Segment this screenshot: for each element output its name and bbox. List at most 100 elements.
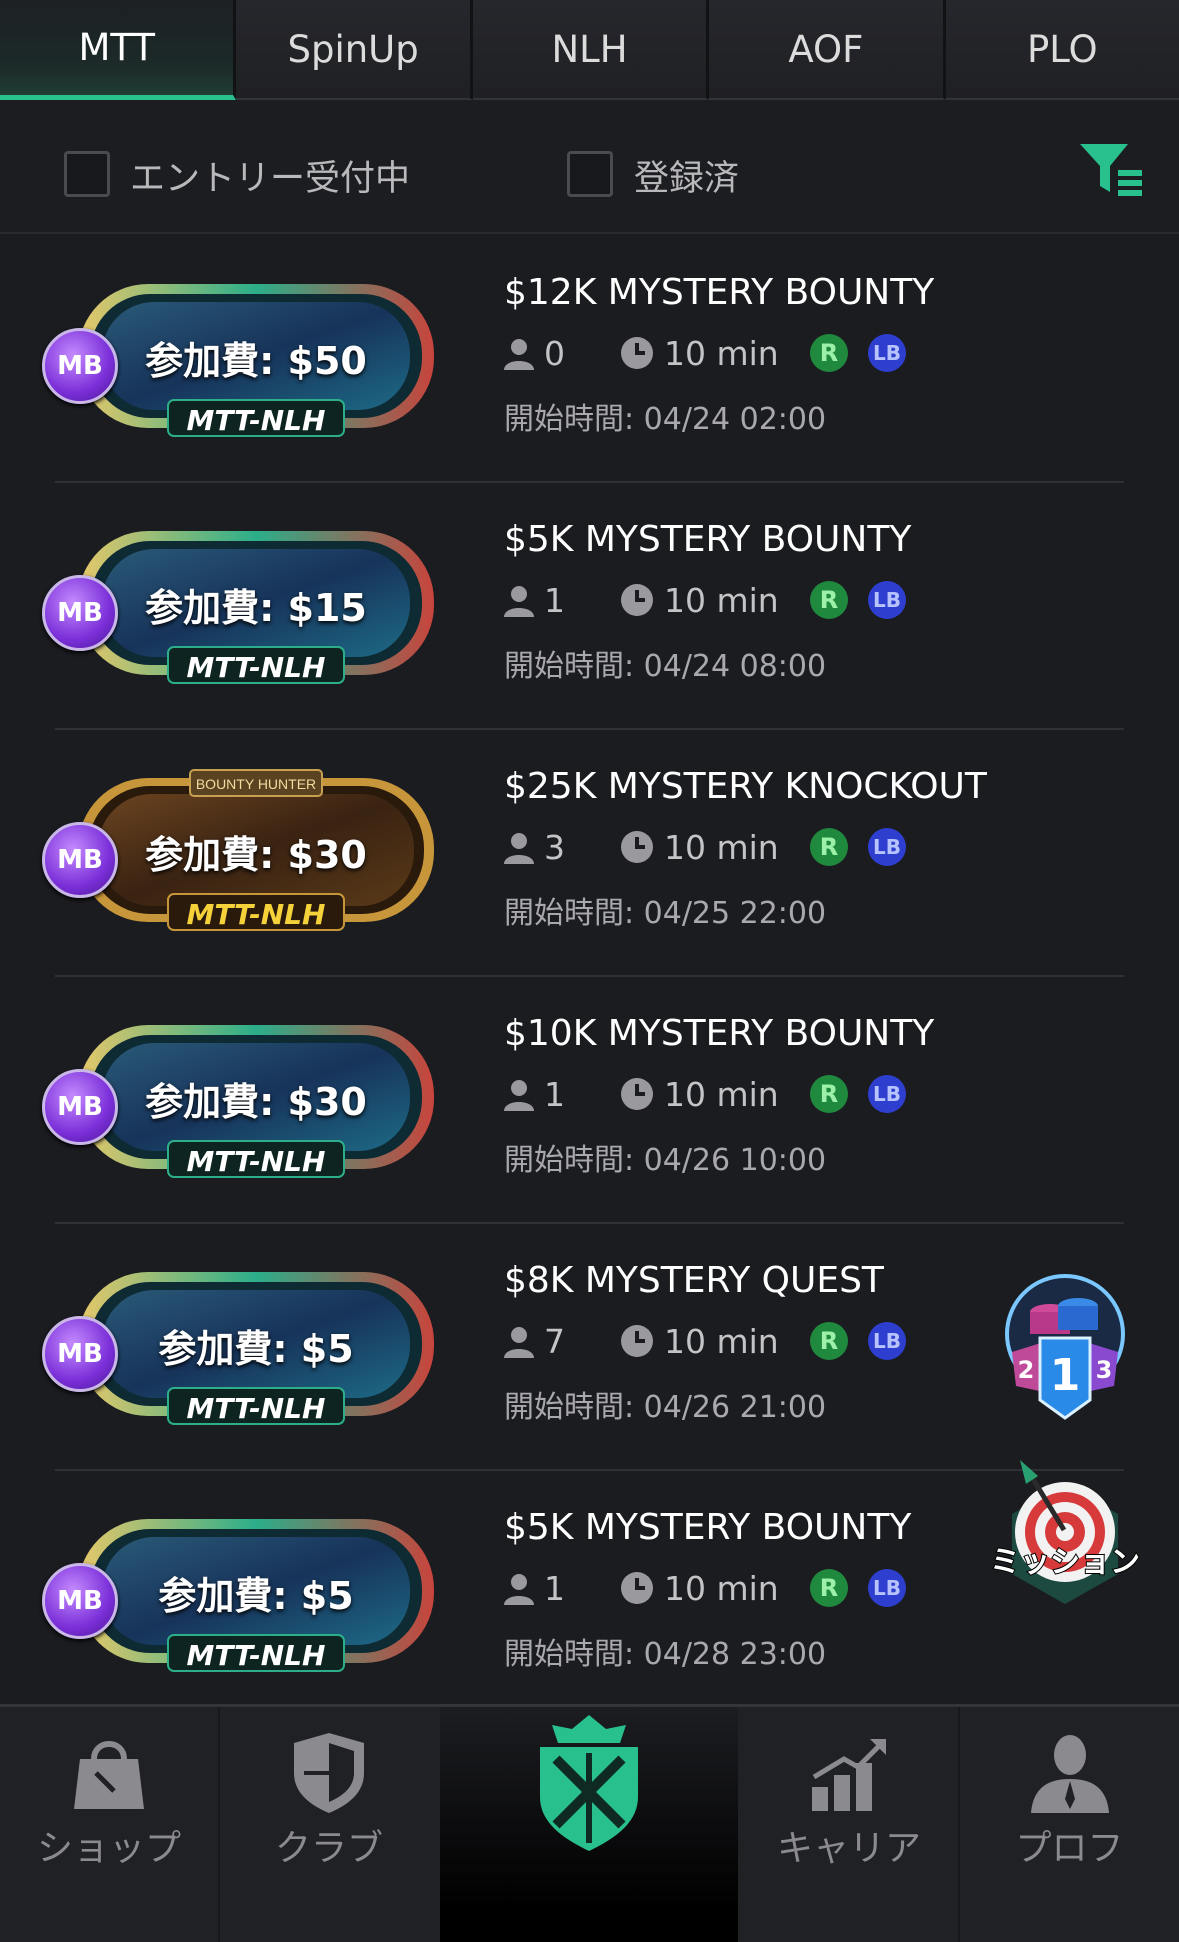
game-type: MTT-NLH: [186, 651, 326, 684]
rebuy-badge: R: [810, 334, 848, 372]
clock-icon: [621, 1325, 653, 1357]
tournament-meta: 7 10 min R LB: [504, 1320, 974, 1364]
start-time: 開始時間: 04/24 08:00: [504, 649, 827, 684]
nav-shop[interactable]: ショップ: [0, 1707, 218, 1942]
tournament-meta: 0 10 min R LB: [504, 332, 974, 376]
tournament-table-badge: 参加費: $50 MTT-NLH: [72, 274, 440, 438]
tournament-table-badge: 参加費: $30 MTT-NLH: [72, 1015, 440, 1179]
entry-fee: 参加費: $5: [158, 1327, 354, 1371]
entry-open-checkbox[interactable]: [64, 151, 110, 197]
entry-fee: 参加費: $5: [158, 1574, 354, 1618]
crown-shield-logo-icon: [540, 1715, 638, 1851]
clock-icon: [621, 831, 653, 863]
tournament-table-badge: BOUNTY HUNTER 参加費: $30 MTT-NLH: [72, 768, 440, 932]
player-count-icon: [504, 1080, 534, 1111]
game-type: MTT-NLH: [186, 404, 326, 437]
mystery-bounty-badge: MB: [42, 328, 118, 404]
tournament-meta: 1 10 min R LB: [504, 1567, 974, 1611]
tournament-meta: 1 10 min R LB: [504, 579, 974, 623]
registered-checkbox[interactable]: [567, 151, 613, 197]
player-count: 3: [544, 828, 565, 867]
tournament-table-badge: 参加費: $5 MTT-NLH: [72, 1262, 440, 1426]
start-time: 開始時間: 04/28 23:00: [504, 1637, 827, 1672]
filter-bar: エントリー受付中 登録済: [0, 104, 1179, 234]
player-count-icon: [504, 1574, 534, 1605]
mission-button[interactable]: ミッション: [990, 1454, 1140, 1606]
player-count: 1: [544, 1075, 565, 1114]
start-time: 開始時間: 04/24 02:00: [504, 402, 827, 437]
career-chart-icon: [812, 1739, 886, 1811]
player-count: 1: [544, 1569, 565, 1608]
tournament-title: $25K MYSTERY KNOCKOUT: [504, 766, 987, 807]
rebuy-badge: R: [810, 1075, 848, 1113]
player-count: 1: [544, 581, 565, 620]
leaderboard-badge: LB: [868, 1322, 906, 1360]
leaderboard-badge: LB: [868, 581, 906, 619]
svg-text:BOUNTY HUNTER: BOUNTY HUNTER: [196, 776, 316, 792]
game-type: MTT-NLH: [186, 1145, 326, 1178]
mystery-bounty-badge: MB: [42, 575, 118, 651]
mystery-bounty-badge: MB: [42, 1069, 118, 1145]
player-count-icon: [504, 833, 534, 864]
nav-profile[interactable]: プロフ: [960, 1707, 1179, 1942]
tab-spinup[interactable]: SpinUp: [236, 0, 473, 100]
tab-plo[interactable]: PLO: [945, 0, 1179, 100]
tournament-row[interactable]: BOUNTY HUNTER 参加費: $30 MTT-NLH MB $25K M…: [0, 730, 1179, 977]
entry-fee: 参加費: $30: [145, 833, 367, 877]
ranking-podium-button[interactable]: 1 2 3: [994, 1272, 1136, 1422]
mystery-bounty-badge: MB: [42, 1316, 118, 1392]
nav-club-label: クラブ: [274, 1828, 383, 1869]
player-count-icon: [504, 339, 534, 370]
mystery-bounty-badge: MB: [42, 822, 118, 898]
shopping-bag-icon: [74, 1741, 144, 1809]
tab-nlh[interactable]: NLH: [472, 0, 710, 100]
start-time: 開始時間: 04/25 22:00: [504, 896, 827, 931]
leaderboard-badge: LB: [868, 334, 906, 372]
mission-label: ミッション: [990, 1545, 1140, 1580]
bottom-navigation: ショップ クラブ キャリア プロフ: [0, 1704, 1179, 1942]
nav-home[interactable]: [440, 1707, 738, 1942]
tournament-title: $10K MYSTERY BOUNTY: [504, 1013, 935, 1054]
tournament-table-badge: 参加費: $15 MTT-NLH: [72, 521, 440, 685]
tournament-row[interactable]: 参加費: $15 MTT-NLH MB $5K MYSTERY BOUNTY 1…: [0, 483, 1179, 730]
rebuy-badge: R: [810, 1569, 848, 1607]
entry-fee: 参加費: $50: [145, 339, 367, 383]
player-count-icon: [504, 1327, 534, 1358]
tab-mtt[interactable]: MTT: [0, 0, 237, 100]
game-type: MTT-NLH: [186, 1392, 326, 1425]
nav-career[interactable]: キャリア: [740, 1707, 958, 1942]
rank-third-number: 3: [1096, 1356, 1113, 1384]
tournament-row[interactable]: 参加費: $30 MTT-NLH MB $10K MYSTERY BOUNTY …: [0, 977, 1179, 1224]
nav-club[interactable]: クラブ: [220, 1707, 438, 1942]
rebuy-badge: R: [810, 828, 848, 866]
tournament-title: $5K MYSTERY BOUNTY: [504, 519, 912, 560]
registered-label[interactable]: 登録済: [634, 150, 739, 201]
filter-list-icon[interactable]: [1078, 140, 1144, 200]
tournament-table-badge: 参加費: $5 MTT-NLH: [72, 1509, 440, 1673]
shield-icon: [294, 1733, 364, 1813]
start-time: 開始時間: 04/26 21:00: [504, 1390, 827, 1425]
tournament-title: $8K MYSTERY QUEST: [504, 1260, 884, 1301]
player-count-icon: [504, 586, 534, 617]
leaderboard-badge: LB: [868, 828, 906, 866]
clock-icon: [621, 584, 653, 616]
tab-aof[interactable]: AOF: [709, 0, 946, 100]
player-count: 7: [544, 1322, 565, 1361]
blind-level-duration: 10 min: [664, 581, 779, 620]
tournament-meta: 3 10 min R LB: [504, 826, 974, 870]
game-type-tabs: MTT SpinUp NLH AOF PLO: [0, 0, 1179, 104]
start-time: 開始時間: 04/26 10:00: [504, 1143, 827, 1178]
tournament-title: $5K MYSTERY BOUNTY: [504, 1507, 912, 1548]
entry-open-label[interactable]: エントリー受付中: [130, 150, 410, 201]
blind-level-duration: 10 min: [664, 828, 779, 867]
blind-level-duration: 10 min: [664, 1075, 779, 1114]
clock-icon: [621, 1572, 653, 1604]
entry-fee: 参加費: $30: [145, 1080, 367, 1124]
leaderboard-badge: LB: [868, 1569, 906, 1607]
player-count: 0: [544, 334, 565, 373]
leaderboard-badge: LB: [868, 1075, 906, 1113]
tournament-row[interactable]: 参加費: $50 MTT-NLH MB $12K MYSTERY BOUNTY …: [0, 236, 1179, 483]
blind-level-duration: 10 min: [664, 1322, 779, 1361]
tournament-title: $12K MYSTERY BOUNTY: [504, 272, 935, 313]
rebuy-badge: R: [810, 1322, 848, 1360]
